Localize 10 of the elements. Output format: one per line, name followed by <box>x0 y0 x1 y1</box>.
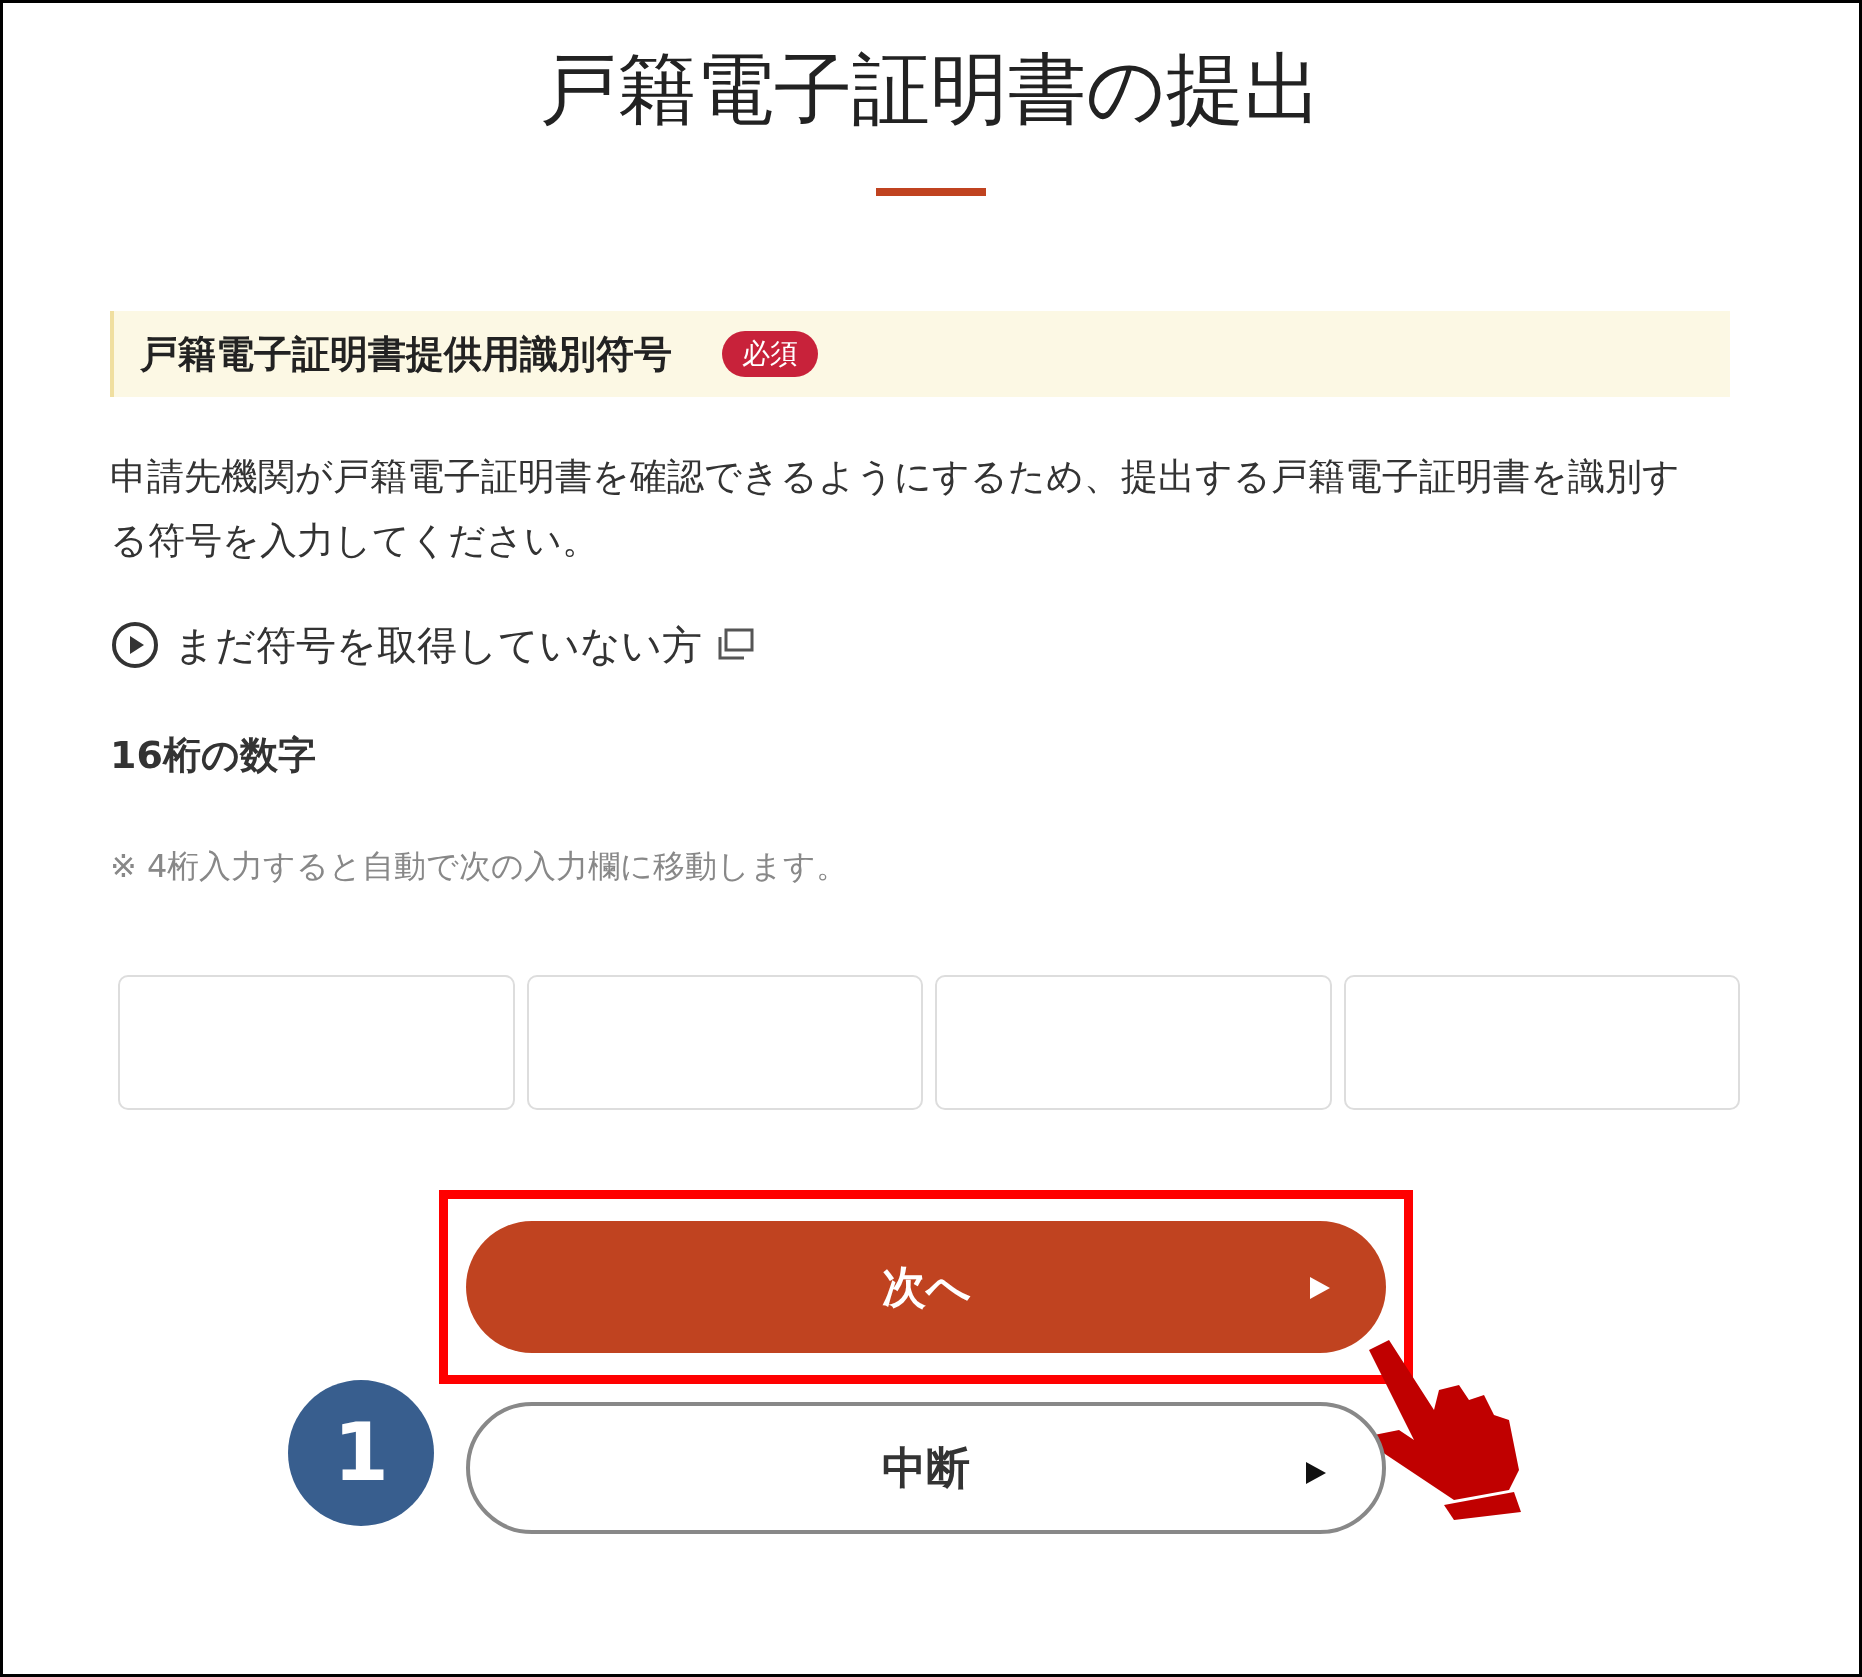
required-badge: 必須 <box>722 331 818 377</box>
description-text: 申請先機関が戸籍電子証明書を確認できるようにするため、提出する戸籍電子証明書を識別する符号を入力してください。 <box>110 454 1681 564</box>
field-label: 戸籍電子証明書提供用識別符号 <box>140 330 672 378</box>
cancel-button[interactable]: 中断 <box>466 1402 1386 1534</box>
page-title: 戸籍電子証明書の提出 <box>540 43 1322 136</box>
not-obtained-link[interactable]: まだ符号を取得していない方 <box>110 615 1730 675</box>
format-label: 16桁の数字 <box>110 732 317 779</box>
next-button[interactable]: 次へ <box>466 1221 1386 1353</box>
input-note: ※ 4桁入力すると自動で次の入力欄に移動します。 <box>110 846 850 887</box>
step-number-badge: 1 <box>288 1380 434 1526</box>
